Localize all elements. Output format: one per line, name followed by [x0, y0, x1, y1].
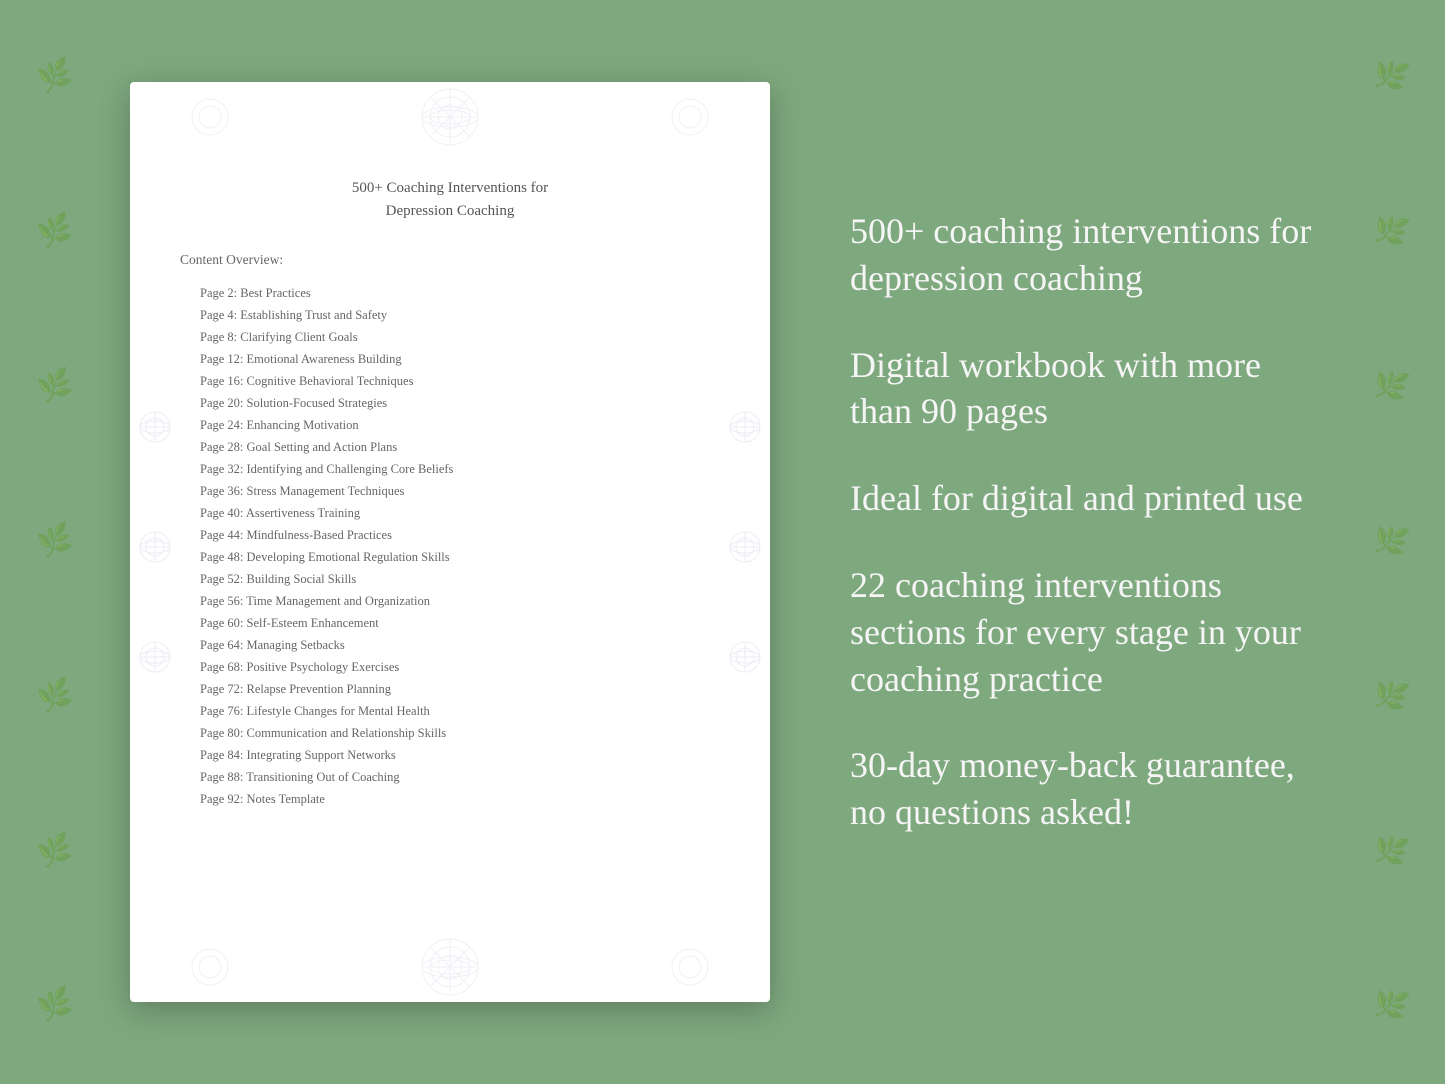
document-title: 500+ Coaching Interventions for Depressi…	[180, 177, 720, 222]
toc-item: Page 80: Communication and Relationship …	[180, 722, 720, 744]
toc-item: Page 12: Emotional Awareness Building	[180, 348, 720, 370]
doc-side-left-decoration	[135, 367, 175, 717]
toc-item: Page 84: Integrating Support Networks	[180, 744, 720, 766]
feature-item-3: Ideal for digital and printed use	[850, 475, 1315, 522]
toc-item: Page 56: Time Management and Organizatio…	[180, 590, 720, 612]
table-of-contents: Page 2: Best PracticesPage 4: Establishi…	[180, 282, 720, 810]
toc-item: Page 68: Positive Psychology Exercises	[180, 656, 720, 678]
doc-title-line2: Depression Coaching	[386, 203, 515, 219]
toc-item: Page 4: Establishing Trust and Safety	[180, 304, 720, 326]
toc-item: Page 52: Building Social Skills	[180, 568, 720, 590]
toc-item: Page 76: Lifestyle Changes for Mental He…	[180, 700, 720, 722]
content-overview-label: Content Overview:	[180, 252, 720, 268]
feature-item-5: 30-day money-back guarantee, no question…	[850, 742, 1315, 836]
toc-item: Page 64: Managing Setbacks	[180, 634, 720, 656]
toc-item: Page 32: Identifying and Challenging Cor…	[180, 458, 720, 480]
document-preview: 500+ Coaching Interventions for Depressi…	[130, 82, 770, 1002]
doc-content: 500+ Coaching Interventions for Depressi…	[180, 177, 720, 810]
features-panel: 500+ coaching interventions for depressi…	[830, 208, 1315, 876]
toc-item: Page 72: Relapse Prevention Planning	[180, 678, 720, 700]
toc-item: Page 60: Self-Esteem Enhancement	[180, 612, 720, 634]
toc-item: Page 48: Developing Emotional Regulation…	[180, 546, 720, 568]
feature-item-1: 500+ coaching interventions for depressi…	[850, 208, 1315, 302]
doc-footer-decoration	[130, 932, 770, 1002]
doc-side-right-decoration	[725, 367, 765, 717]
feature-item-4: 22 coaching interventions sections for e…	[850, 562, 1315, 702]
toc-item: Page 20: Solution-Focused Strategies	[180, 392, 720, 414]
toc-item: Page 8: Clarifying Client Goals	[180, 326, 720, 348]
doc-header-decoration	[130, 82, 770, 152]
toc-item: Page 36: Stress Management Techniques	[180, 480, 720, 502]
feature-item-2: Digital workbook with more than 90 pages	[850, 342, 1315, 436]
toc-item: Page 40: Assertiveness Training	[180, 502, 720, 524]
main-content: 500+ Coaching Interventions for Depressi…	[0, 42, 1445, 1042]
toc-item: Page 92: Notes Template	[180, 788, 720, 810]
toc-item: Page 16: Cognitive Behavioral Techniques	[180, 370, 720, 392]
toc-item: Page 88: Transitioning Out of Coaching	[180, 766, 720, 788]
toc-item: Page 24: Enhancing Motivation	[180, 414, 720, 436]
toc-item: Page 28: Goal Setting and Action Plans	[180, 436, 720, 458]
toc-item: Page 44: Mindfulness-Based Practices	[180, 524, 720, 546]
toc-item: Page 2: Best Practices	[180, 282, 720, 304]
doc-title-line1: 500+ Coaching Interventions for	[352, 180, 548, 196]
